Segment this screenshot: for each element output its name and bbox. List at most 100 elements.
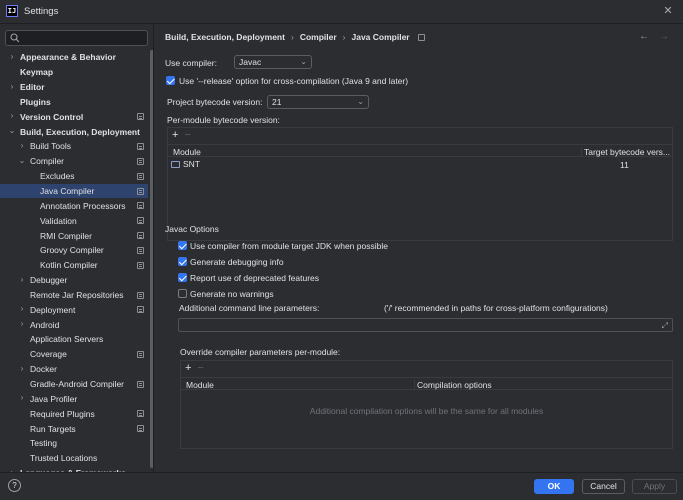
- intellij-app-icon: IJ: [6, 5, 18, 17]
- ok-button[interactable]: OK: [534, 479, 574, 494]
- sidebar-item-gradle-android-compiler[interactable]: Gradle-Android Compiler: [0, 377, 148, 392]
- help-icon[interactable]: ?: [8, 479, 21, 492]
- add-icon[interactable]: +: [172, 129, 178, 141]
- sidebar-item-label: Application Servers: [30, 334, 104, 345]
- sidebar-item-java-compiler[interactable]: Java Compiler: [0, 183, 148, 199]
- checkbox-debugging-info[interactable]: [178, 257, 187, 266]
- sidebar-item-version-control[interactable]: › Version Control: [0, 109, 148, 124]
- release-option-checkbox[interactable]: [166, 76, 175, 85]
- chevron-right-icon[interactable]: ›: [18, 394, 26, 402]
- project-settings-icon: [137, 217, 144, 225]
- option-label: Generate debugging info: [190, 257, 284, 267]
- expand-icon[interactable]: ⤢: [662, 321, 668, 331]
- sidebar-item-android[interactable]: › Android: [0, 317, 148, 332]
- sidebar-item-run-targets[interactable]: Run Targets: [0, 421, 148, 436]
- sidebar-item-build-tools[interactable]: › Build Tools: [0, 139, 148, 154]
- chevron-right-icon[interactable]: ›: [18, 142, 26, 150]
- table-toolbar: + −: [181, 361, 672, 375]
- sidebar-item-label: Java Profiler: [30, 393, 78, 404]
- search-icon: [10, 33, 20, 43]
- column-header-target[interactable]: Target bytecode vers...: [581, 146, 671, 157]
- chevron-right-icon[interactable]: ›: [8, 112, 16, 120]
- option-label: Report use of deprecated features: [190, 273, 319, 283]
- chevron-right-icon[interactable]: ›: [8, 82, 16, 91]
- bytecode-version-label: Project bytecode version:: [167, 97, 263, 107]
- sidebar-item-label: Build Tools: [30, 141, 71, 152]
- remove-icon[interactable]: −: [197, 362, 203, 374]
- sidebar-item-debugger[interactable]: › Debugger: [0, 273, 148, 288]
- chevron-right-icon[interactable]: ›: [18, 364, 26, 373]
- sidebar-item-keymap[interactable]: Keymap: [0, 65, 148, 80]
- sidebar-item-required-plugins[interactable]: Required Plugins: [0, 406, 148, 421]
- sidebar-item-application-servers[interactable]: Application Servers: [0, 332, 148, 347]
- chevron-right-icon[interactable]: ›: [18, 305, 26, 313]
- chevron-down-icon[interactable]: ⌄: [18, 156, 26, 165]
- sidebar-item-appearance-behavior[interactable]: › Appearance & Behavior: [0, 50, 148, 65]
- table-toolbar: + −: [168, 128, 672, 142]
- sidebar-item-validation[interactable]: Validation: [0, 213, 148, 228]
- remove-icon[interactable]: −: [184, 129, 190, 141]
- breadcrumb-item[interactable]: Compiler: [300, 32, 337, 42]
- breadcrumb-item[interactable]: Build, Execution, Deployment: [165, 32, 285, 42]
- option-label: Generate no warnings: [190, 289, 274, 299]
- sidebar-scrollbar[interactable]: [150, 50, 153, 468]
- sidebar-item-excludes[interactable]: Excludes: [0, 169, 148, 184]
- sidebar-item-trusted-locations[interactable]: Trusted Locations: [0, 451, 148, 466]
- additional-params-hint: ('/' recommended in paths for cross-plat…: [384, 303, 608, 313]
- checkbox-no-warnings[interactable]: [178, 289, 187, 298]
- forward-arrow-icon[interactable]: →: [659, 31, 669, 42]
- cancel-button[interactable]: Cancel: [582, 479, 625, 494]
- compiler-select[interactable]: Javac ⌄: [234, 55, 312, 69]
- sidebar-item-plugins[interactable]: Plugins: [0, 95, 148, 110]
- project-settings-icon: [137, 202, 144, 210]
- dialog-footer: ? OK Cancel Apply: [0, 472, 683, 500]
- sidebar-item-rmi-compiler[interactable]: RMI Compiler: [0, 228, 148, 243]
- sidebar-item-label: Run Targets: [30, 423, 76, 434]
- apply-button[interactable]: Apply: [632, 479, 677, 494]
- sidebar-item-editor[interactable]: › Editor: [0, 80, 148, 95]
- table-row[interactable]: SNT 11: [168, 158, 672, 172]
- sidebar-item-build-execution-deployment[interactable]: ⌄ Build, Execution, Deployment: [0, 124, 148, 139]
- chevron-right-icon[interactable]: ›: [18, 320, 26, 328]
- column-header-compilation-options[interactable]: Compilation options: [414, 379, 492, 390]
- sidebar-item-kotlin-compiler[interactable]: Kotlin Compiler: [0, 258, 148, 273]
- chevron-down-icon[interactable]: ⌄: [8, 127, 16, 135]
- sidebar-item-remote-jar-repositories[interactable]: Remote Jar Repositories: [0, 288, 148, 303]
- sidebar-item-groovy-compiler[interactable]: Groovy Compiler: [0, 243, 148, 258]
- sidebar-item-label: Deployment: [30, 304, 76, 315]
- chevron-right-icon[interactable]: ›: [8, 53, 16, 61]
- project-settings-icon: [137, 246, 144, 254]
- sidebar-item-testing[interactable]: Testing: [0, 436, 148, 451]
- chevron-right-icon[interactable]: ›: [18, 275, 26, 284]
- sidebar-item-label: Kotlin Compiler: [40, 260, 98, 271]
- chevron-down-icon: ⌄: [300, 57, 307, 66]
- back-arrow-icon[interactable]: ←: [639, 31, 649, 42]
- sidebar-item-annotation-processors[interactable]: Annotation Processors: [0, 198, 148, 213]
- title-bar: IJ Settings ✕: [0, 0, 683, 24]
- chevron-right-icon: ›: [290, 32, 294, 42]
- column-header-module[interactable]: Module: [173, 147, 201, 157]
- project-settings-icon: [137, 306, 144, 314]
- sidebar-item-deployment[interactable]: › Deployment: [0, 302, 148, 317]
- release-option-label: Use '--release' option for cross-compila…: [179, 76, 409, 86]
- column-header-module[interactable]: Module: [186, 380, 214, 390]
- table-header: Module Compilation options: [181, 377, 672, 390]
- option-label: Use compiler from module target JDK when…: [190, 241, 388, 251]
- sidebar-item-docker[interactable]: › Docker: [0, 362, 148, 377]
- checkbox-deprecated-features[interactable]: [178, 273, 187, 282]
- add-icon[interactable]: +: [185, 362, 191, 374]
- project-settings-icon: [137, 410, 144, 418]
- sidebar-item-java-profiler[interactable]: › Java Profiler: [0, 391, 148, 406]
- project-settings-icon: [137, 232, 144, 240]
- use-compiler-label: Use compiler:: [165, 58, 217, 68]
- empty-table-text: Additional compilation options will be t…: [309, 406, 544, 416]
- sidebar-item-coverage[interactable]: Coverage: [0, 347, 148, 362]
- additional-params-input[interactable]: ⤢: [178, 318, 673, 332]
- settings-search-input[interactable]: [5, 30, 148, 46]
- bytecode-version-select[interactable]: 21 ⌄: [267, 95, 369, 109]
- close-icon[interactable]: ✕: [661, 4, 675, 18]
- sidebar-item-compiler[interactable]: ⌄ Compiler: [0, 154, 148, 169]
- checkbox-module-target-jdk[interactable]: [178, 241, 187, 250]
- breadcrumb: Build, Execution, Deployment › Compiler …: [165, 32, 425, 42]
- sidebar-item-label: Groovy Compiler: [40, 245, 104, 256]
